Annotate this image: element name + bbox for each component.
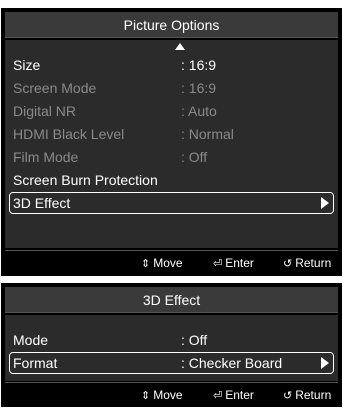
enter-hint: ⏎ Enter bbox=[213, 251, 254, 276]
picture-options-panel: Picture Options Size : 16:9 Screen Mode … bbox=[0, 7, 343, 277]
move-label: Move bbox=[153, 256, 183, 270]
menu-item-label: Screen Burn Protection bbox=[13, 172, 158, 188]
submenu-arrow-icon bbox=[321, 197, 329, 209]
updown-arrows-icon: ⇕ bbox=[141, 389, 151, 402]
enter-hint: ⏎ Enter bbox=[213, 383, 254, 408]
return-icon: ↺ bbox=[283, 389, 293, 402]
menu-item-digital-nr: Digital NR : Auto bbox=[9, 100, 334, 122]
3d-effect-panel: 3D Effect Mode : Off Format : Checker Bo… bbox=[0, 282, 343, 408]
3d-effect-list: Mode : Off Format : Checker Board bbox=[5, 315, 338, 381]
enter-label: Enter bbox=[225, 256, 254, 270]
menu-item-hdmi-black-level: HDMI Black Level : Normal bbox=[9, 123, 334, 145]
menu-item-label: HDMI Black Level bbox=[13, 126, 125, 142]
menu-item-value: : Checker Board bbox=[181, 355, 283, 371]
menu-item-label: Size bbox=[13, 57, 41, 73]
picture-options-list: Size : 16:9 Screen Mode : 16:9 Digital N… bbox=[5, 40, 338, 248]
updown-arrows-icon: ⇕ bbox=[141, 257, 151, 270]
menu-item-label: Mode bbox=[13, 332, 49, 348]
menu-item-value: : Auto bbox=[181, 103, 217, 119]
panel-title: Picture Options bbox=[5, 12, 338, 38]
return-label: Return bbox=[295, 388, 332, 402]
menu-item-size[interactable]: Size : 16:9 bbox=[9, 54, 334, 76]
footer-hints: ⇕ Move ⏎ Enter ↺ Return bbox=[5, 382, 338, 406]
move-hint: ⇕ Move bbox=[141, 383, 183, 408]
menu-item-label: Screen Mode bbox=[13, 80, 97, 96]
return-label: Return bbox=[295, 256, 332, 270]
menu-item-label: Digital NR bbox=[13, 103, 77, 119]
menu-item-label: Film Mode bbox=[13, 149, 79, 165]
enter-icon: ⏎ bbox=[213, 257, 223, 270]
return-hint: ↺ Return bbox=[283, 383, 331, 408]
move-label: Move bbox=[153, 388, 183, 402]
panel-title: 3D Effect bbox=[5, 287, 338, 313]
menu-item-value: : Off bbox=[181, 149, 208, 165]
menu-item-value: : Off bbox=[181, 332, 208, 348]
menu-item-3d-effect[interactable]: 3D Effect bbox=[9, 192, 334, 214]
menu-item-label: Format bbox=[13, 355, 58, 371]
menu-item-label: 3D Effect bbox=[13, 195, 71, 211]
enter-label: Enter bbox=[225, 388, 254, 402]
submenu-arrow-icon bbox=[321, 357, 329, 369]
menu-item-value: : Normal bbox=[181, 126, 234, 142]
menu-item-value: : 16:9 bbox=[181, 57, 217, 73]
menu-item-screen-mode: Screen Mode : 16:9 bbox=[9, 77, 334, 99]
menu-item-screen-burn-protection[interactable]: Screen Burn Protection bbox=[9, 169, 334, 191]
move-hint: ⇕ Move bbox=[141, 251, 183, 276]
footer-hints: ⇕ Move ⏎ Enter ↺ Return bbox=[5, 250, 338, 274]
menu-item-format[interactable]: Format : Checker Board bbox=[9, 352, 334, 374]
scroll-up-arrow-icon[interactable] bbox=[175, 43, 185, 50]
return-icon: ↺ bbox=[283, 257, 293, 270]
return-hint: ↺ Return bbox=[283, 251, 331, 276]
menu-item-mode[interactable]: Mode : Off bbox=[9, 329, 334, 351]
enter-icon: ⏎ bbox=[213, 389, 223, 402]
menu-item-value: : 16:9 bbox=[181, 80, 217, 96]
menu-item-film-mode: Film Mode : Off bbox=[9, 146, 334, 168]
